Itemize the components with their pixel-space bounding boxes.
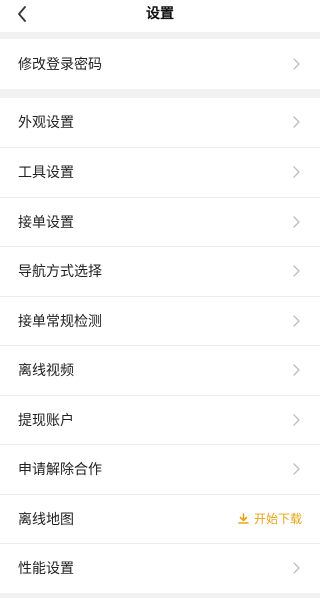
settings-item-label: 申请解除合作 xyxy=(18,462,102,479)
page-title: 设置 xyxy=(146,6,174,22)
settings-item-label: 修改登录密码 xyxy=(18,56,102,73)
start-download-label: 开始下载 xyxy=(253,512,302,527)
chevron-right-icon xyxy=(290,264,300,278)
settings-item-appearance[interactable]: 外观设置 xyxy=(0,98,320,148)
settings-item-label: 提现账户 xyxy=(18,412,74,429)
settings-item-label: 接单设置 xyxy=(18,214,74,231)
start-download-button[interactable]: 开始下载 xyxy=(238,510,302,527)
chevron-right-icon xyxy=(290,363,300,377)
chevron-right-icon xyxy=(290,462,300,476)
settings-item-order-check[interactable]: 接单常规检测 xyxy=(0,295,320,346)
chevron-right-icon xyxy=(290,215,300,229)
settings-item-offline-video[interactable]: 离线视频 xyxy=(0,345,320,395)
settings-item-order-settings[interactable]: 接单设置 xyxy=(0,196,320,247)
navigation-bar: 设置 xyxy=(0,0,320,32)
settings-item-label: 外观设置 xyxy=(18,115,74,132)
settings-item-withdraw-account[interactable]: 提现账户 xyxy=(0,394,320,445)
settings-item-terminate-cooperation[interactable]: 申请解除合作 xyxy=(0,444,320,494)
settings-item-label: 导航方式选择 xyxy=(18,264,102,281)
chevron-right-icon xyxy=(290,314,300,328)
settings-item-label: 工具设置 xyxy=(18,165,74,182)
chevron-right-icon xyxy=(290,165,300,179)
chevron-right-icon xyxy=(290,561,300,575)
settings-item-label: 接单常规检测 xyxy=(18,313,102,330)
chevron-right-icon xyxy=(290,115,300,129)
chevron-right-icon xyxy=(290,413,300,427)
group-divider xyxy=(0,89,320,98)
settings-item-label: 离线地图 xyxy=(18,511,74,528)
chevron-right-icon xyxy=(290,57,300,71)
settings-item-change-password[interactable]: 修改登录密码 xyxy=(0,39,320,89)
settings-item-navigation-method[interactable]: 导航方式选择 xyxy=(0,246,320,296)
download-icon xyxy=(238,513,249,525)
settings-item-label: 性能设置 xyxy=(18,561,74,578)
settings-item-tools[interactable]: 工具设置 xyxy=(0,147,320,197)
settings-group-general: 外观设置 工具设置 接单设置 导航方式选择 接单常规检测 离线视频 提现账户 申… xyxy=(0,97,320,593)
settings-item-label: 离线视频 xyxy=(18,363,74,380)
settings-group-account: 修改登录密码 xyxy=(0,39,320,89)
settings-item-offline-map: 离线地图 开始下载 xyxy=(0,493,320,544)
settings-item-performance[interactable]: 性能设置 xyxy=(0,543,320,593)
